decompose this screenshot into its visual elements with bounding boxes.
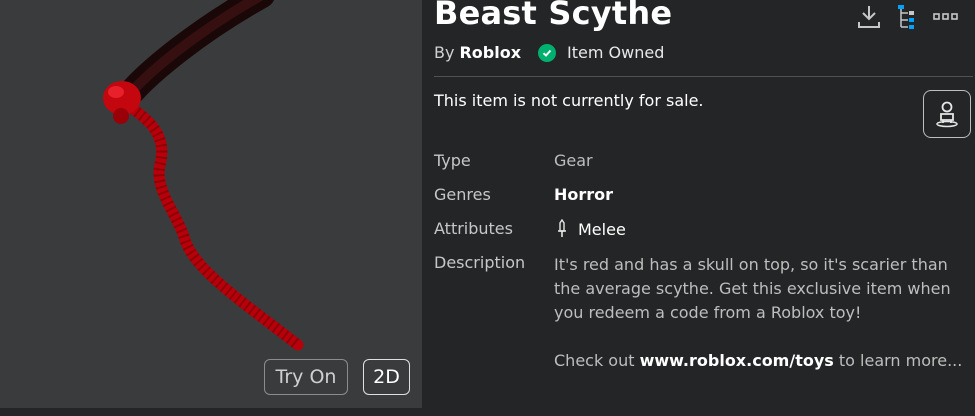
melee-sword-icon: [554, 219, 570, 239]
try-on-button[interactable]: Try On: [264, 359, 348, 395]
toys-link[interactable]: www.roblox.com/toys: [640, 351, 834, 370]
scythe-3d-model[interactable]: [0, 0, 422, 408]
type-label: Type: [434, 151, 471, 170]
genres-label: Genres: [434, 185, 491, 204]
description-label: Description: [434, 253, 526, 272]
avatar-try-on-button[interactable]: [923, 90, 971, 138]
creator-byline: By Roblox Item Owned: [434, 43, 664, 62]
description-body: It's red and has a skull on top, so it's…: [554, 253, 969, 373]
learn-more-prefix: Check out: [554, 351, 640, 370]
more-options-icon[interactable]: [933, 12, 959, 22]
creator-link[interactable]: Roblox: [459, 43, 521, 62]
attributes-label: Attributes: [434, 219, 513, 238]
by-prefix: By: [434, 43, 455, 62]
check-circle-icon: [538, 43, 557, 62]
header-divider: [434, 76, 973, 77]
item-actions: [855, 3, 959, 31]
avatar-try-on-icon: [934, 100, 960, 128]
download-icon[interactable]: [855, 3, 883, 31]
sale-status-text: This item is not currently for sale.: [434, 91, 704, 110]
view-2d-button[interactable]: 2D: [363, 359, 410, 395]
type-value: Gear: [554, 151, 593, 170]
item-title: Beast Scythe: [434, 0, 673, 32]
attributes-value: Melee: [554, 219, 626, 239]
hierarchy-icon[interactable]: [896, 3, 922, 31]
learn-more-suffix: to learn more...: [833, 351, 963, 370]
item-preview[interactable]: Try On 2D: [0, 0, 422, 408]
learn-more-text: Check out www.roblox.com/toys to learn m…: [554, 349, 969, 373]
description-text: It's red and has a skull on top, so it's…: [554, 255, 951, 322]
genres-value[interactable]: Horror: [554, 185, 613, 204]
attribute-label: Melee: [578, 219, 626, 239]
owned-status: Item Owned: [567, 43, 665, 62]
